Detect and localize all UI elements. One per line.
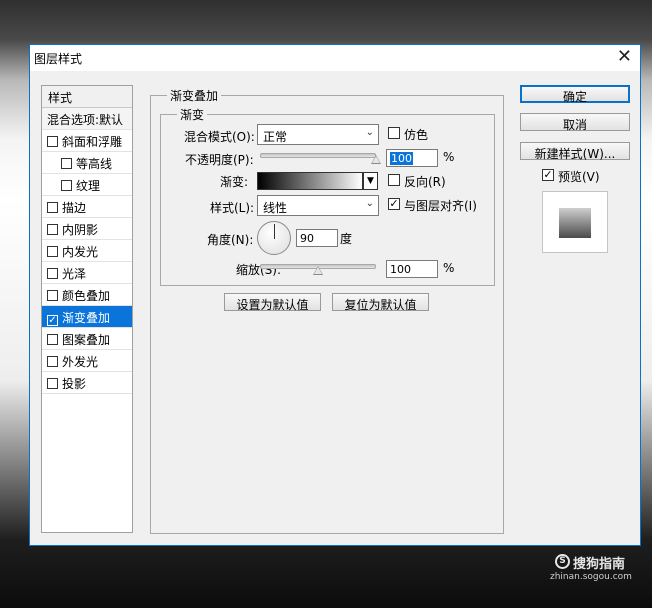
scale-input[interactable]: 100 <box>386 260 438 278</box>
style-item-label: 光泽 <box>62 267 87 281</box>
gradient-style-value: 线性 <box>263 201 288 215</box>
stroke-checkbox[interactable] <box>47 202 58 213</box>
style-item-drop-shadow[interactable]: 投影 <box>42 372 132 394</box>
style-item-stroke[interactable]: 描边 <box>42 196 132 218</box>
dither-checkbox[interactable] <box>388 127 400 139</box>
style-item-label: 内阴影 <box>62 223 99 237</box>
set-default-button[interactable]: 设置为默认值 <box>224 293 321 312</box>
style-item-label: 纹理 <box>76 179 101 193</box>
pattern-overlay-checkbox[interactable] <box>47 334 58 345</box>
gradient-overlay-checkbox[interactable]: ✓ <box>47 315 58 326</box>
contour-checkbox[interactable] <box>61 158 72 169</box>
bevel-emboss-checkbox[interactable] <box>47 136 58 147</box>
gradient-dropdown-icon[interactable]: ▼ <box>363 172 378 190</box>
align-with-layer-checkbox[interactable]: ✓ <box>388 198 400 210</box>
angle-input[interactable]: 90 <box>296 229 338 247</box>
preview-swatch <box>559 208 591 238</box>
watermark-text: 搜狗指南 <box>573 557 626 572</box>
chevron-down-icon: ⌄ <box>365 127 374 138</box>
dialog-title: 图层样式 <box>34 52 83 66</box>
close-icon[interactable]: ✕ <box>617 46 632 68</box>
outer-glow-checkbox[interactable] <box>47 356 58 367</box>
new-style-button[interactable]: 新建样式(W)... <box>520 142 630 161</box>
opacity-unit: % <box>443 150 455 164</box>
style-item-outer-glow[interactable]: 外发光 <box>42 350 132 372</box>
scale-slider-thumb[interactable] <box>313 266 323 275</box>
style-item-label: 投影 <box>62 377 87 391</box>
style-item-label: 渐变叠加 <box>62 311 111 325</box>
gradient-label: 渐变: <box>220 175 249 189</box>
style-item-inner-glow[interactable]: 内发光 <box>42 240 132 262</box>
opacity-slider-track[interactable] <box>260 153 376 158</box>
watermark-url: zhinan.sogou.com <box>550 572 632 582</box>
style-item-label: 颜色叠加 <box>62 289 111 303</box>
color-overlay-checkbox[interactable] <box>47 290 58 301</box>
style-label: 样式(L): <box>210 201 255 215</box>
blend-options-item[interactable]: 混合选项:默认 <box>42 108 132 130</box>
style-item-color-overlay[interactable]: 颜色叠加 <box>42 284 132 306</box>
gradient-sub-group-title: 渐变 <box>177 106 208 123</box>
reverse-label: 反向(R) <box>404 175 446 189</box>
inner-glow-checkbox[interactable] <box>47 246 58 257</box>
blend-mode-select[interactable]: 正常 ⌄ <box>257 124 379 145</box>
sogou-logo-icon: S <box>555 554 570 569</box>
cancel-button[interactable]: 取消 <box>520 113 630 132</box>
style-item-label: 外发光 <box>62 355 99 369</box>
style-item-label: 描边 <box>62 201 87 215</box>
blend-mode-label: 混合模式(O): <box>184 130 255 144</box>
styles-list: 样式 混合选项:默认 斜面和浮雕 等高线 纹理 描边 内阴影 内发光 光泽 颜色… <box>41 85 133 533</box>
inner-shadow-checkbox[interactable] <box>47 224 58 235</box>
styles-header: 样式 <box>42 86 132 108</box>
preview-checkbox[interactable]: ✓ <box>542 169 554 181</box>
gradient-swatch[interactable] <box>257 172 363 190</box>
dither-label: 仿色 <box>404 128 429 142</box>
style-item-texture[interactable]: 纹理 <box>42 174 132 196</box>
angle-dial[interactable] <box>257 221 291 255</box>
opacity-label: 不透明度(P): <box>185 153 254 167</box>
style-item-label: 内发光 <box>62 245 99 259</box>
opacity-input[interactable]: 100 <box>386 149 438 167</box>
gradient-style-select[interactable]: 线性 ⌄ <box>257 195 379 216</box>
style-item-contour[interactable]: 等高线 <box>42 152 132 174</box>
angle-dial-needle <box>274 224 275 239</box>
style-item-label: 图案叠加 <box>62 333 111 347</box>
gradient-overlay-group-title: 渐变叠加 <box>167 87 222 104</box>
style-item-bevel-emboss[interactable]: 斜面和浮雕 <box>42 130 132 152</box>
angle-unit: 度 <box>340 232 353 246</box>
style-item-pattern-overlay[interactable]: 图案叠加 <box>42 328 132 350</box>
drop-shadow-checkbox[interactable] <box>47 378 58 389</box>
style-item-gradient-overlay[interactable]: ✓ 渐变叠加 <box>42 306 132 328</box>
align-with-layer-label: 与图层对齐(I) <box>404 199 477 213</box>
title-bar[interactable]: 图层样式 ✕ <box>30 45 640 71</box>
style-preview <box>542 191 608 253</box>
angle-label: 角度(N): <box>207 233 254 247</box>
satin-checkbox[interactable] <box>47 268 58 279</box>
style-item-inner-shadow[interactable]: 内阴影 <box>42 218 132 240</box>
scale-value: 100 <box>390 263 411 276</box>
ok-button[interactable]: 确定 <box>520 85 630 104</box>
layer-style-dialog: 图层样式 ✕ 样式 混合选项:默认 斜面和浮雕 等高线 纹理 描边 内阴影 内发… <box>29 44 641 546</box>
opacity-slider-thumb[interactable] <box>371 155 381 164</box>
chevron-down-icon: ⌄ <box>365 198 374 209</box>
scale-unit: % <box>443 261 455 275</box>
preview-label: 预览(V) <box>558 170 600 184</box>
reverse-checkbox[interactable] <box>388 174 400 186</box>
style-item-label: 等高线 <box>76 157 113 171</box>
style-item-label: 斜面和浮雕 <box>62 135 123 149</box>
blend-mode-value: 正常 <box>263 130 288 144</box>
style-item-satin[interactable]: 光泽 <box>42 262 132 284</box>
opacity-value: 100 <box>390 152 413 165</box>
texture-checkbox[interactable] <box>61 180 72 191</box>
reset-default-button[interactable]: 复位为默认值 <box>332 293 429 312</box>
angle-value: 90 <box>300 232 314 245</box>
